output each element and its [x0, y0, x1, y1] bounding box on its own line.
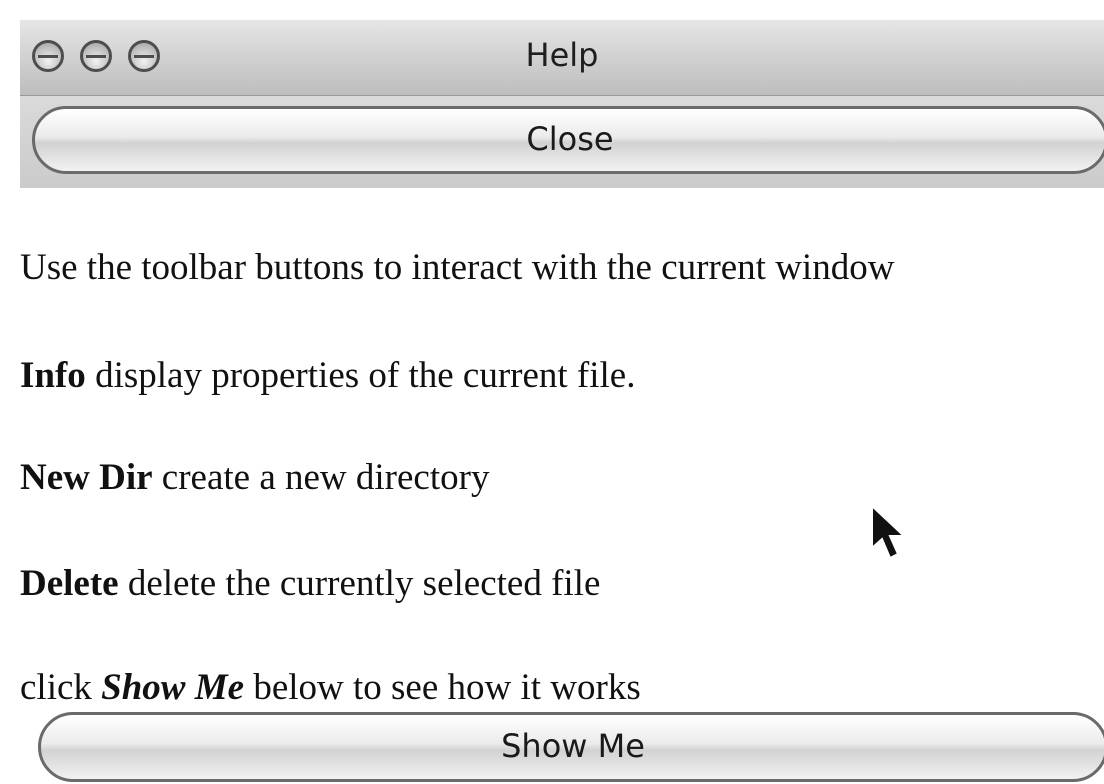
hint-emphasis: Show Me: [101, 667, 245, 708]
help-window: Help Close Use the toolbar buttons to in…: [20, 20, 1104, 784]
help-term: Delete: [20, 563, 119, 604]
help-item-new-dir: New Dir create a new directory: [20, 456, 489, 499]
intro-text: Use the toolbar buttons to interact with…: [20, 247, 895, 288]
help-term: Info: [20, 355, 86, 396]
window-title: Help: [525, 36, 599, 74]
show-me-button[interactable]: Show Me: [38, 712, 1104, 782]
hint-before: click: [20, 667, 102, 708]
mouse-pointer-icon: [871, 504, 907, 560]
help-term: New Dir: [20, 457, 153, 498]
toolbar: Close: [20, 96, 1104, 189]
help-item-delete: Delete delete the currently selected fil…: [20, 562, 600, 605]
hint-text: click Show Me below to see how it works: [20, 666, 641, 709]
hint-after: below to see how it works: [244, 667, 641, 708]
close-button[interactable]: Close: [32, 106, 1104, 174]
title-bar[interactable]: Help: [20, 20, 1104, 96]
help-description: create a new directory: [152, 457, 490, 498]
help-item-info: Info display properties of the current f…: [20, 354, 635, 397]
help-content: Use the toolbar buttons to interact with…: [20, 188, 1104, 748]
help-description: delete the currently selected file: [118, 563, 601, 604]
help-description: display properties of the current file.: [85, 355, 636, 396]
